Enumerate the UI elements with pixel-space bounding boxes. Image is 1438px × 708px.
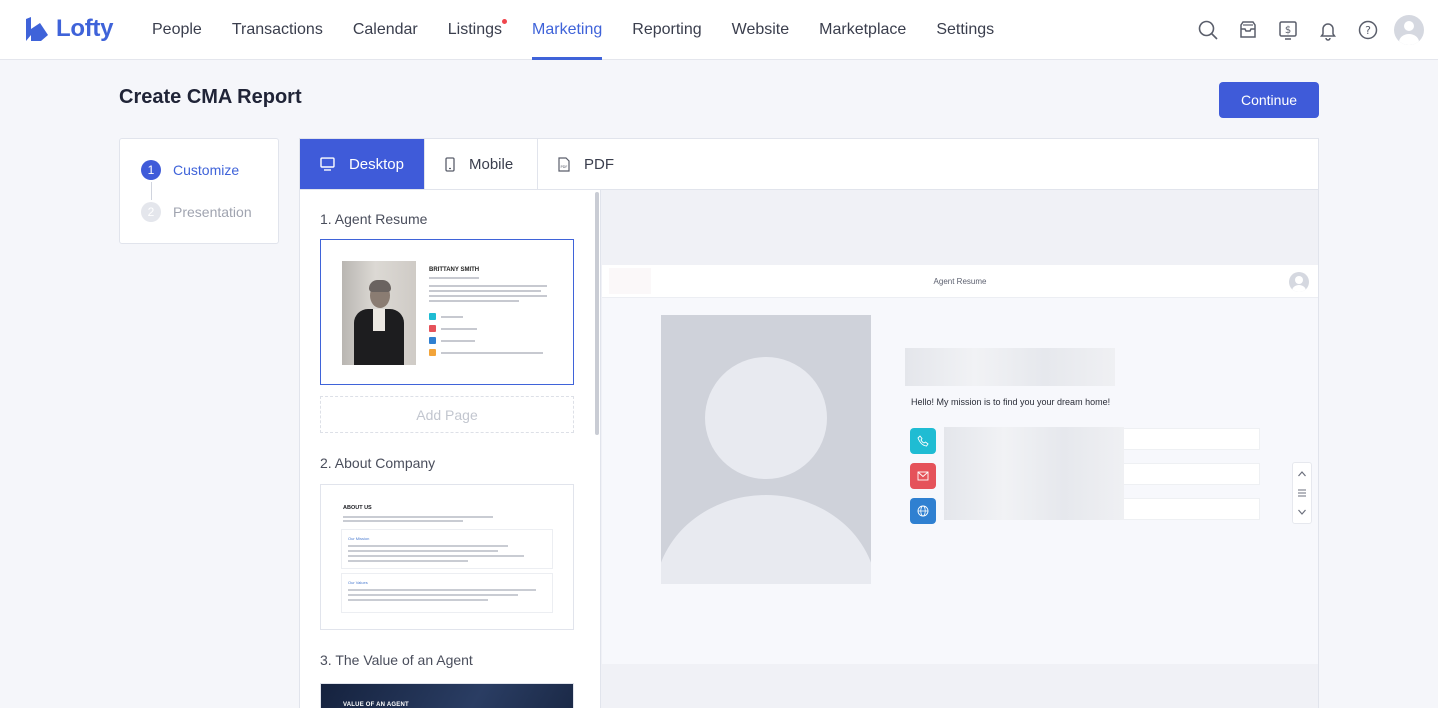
step-number: 1 [141,160,161,180]
nav-item-marketplace[interactable]: Marketplace [804,0,921,60]
about-us-heading: ABOUT US [343,505,372,511]
page-list-scrollbar[interactable] [595,192,599,435]
globe-icon [910,498,936,524]
agent-name: BRITTANY SMITH [429,267,480,273]
nav-item-website[interactable]: Website [717,0,805,60]
tab-mobile[interactable]: Mobile [425,139,538,189]
page-thumbnail-about-company[interactable]: ABOUT US Our Mission Our Values [320,484,574,630]
steps-panel: 1 Customize 2 Presentation [119,138,279,244]
agent-name-blurred [905,348,1115,386]
help-icon[interactable]: ? [1352,14,1384,46]
continue-button[interactable]: Continue [1219,82,1319,118]
tab-label: Desktop [348,155,404,173]
svg-text:?: ? [1365,24,1371,37]
tab-label: Mobile [469,155,514,173]
add-page-button[interactable]: Add Page [320,396,574,433]
svg-text:$: $ [1285,25,1291,36]
chevron-down-icon[interactable] [1297,508,1307,516]
monitor-icon [320,157,335,171]
preview-toolbar [1292,462,1312,524]
value-heading: VALUE OF AN AGENT [343,702,409,708]
mission-box: Our Mission [341,529,553,569]
lofty-logo-icon [26,17,48,41]
tab-desktop[interactable]: Desktop [300,139,425,189]
inbox-icon[interactable] [1232,14,1264,46]
main-nav: People Transactions Calendar Listings Ma… [137,0,1009,60]
page-thumbnail-agent-resume[interactable]: BRITTANY SMITH [320,239,574,385]
lofty-logo[interactable]: Lofty [24,15,113,43]
dollar-icon[interactable]: $ [1272,14,1304,46]
tab-label: PDF [584,155,614,173]
agent-photo [342,261,416,365]
nav-item-people[interactable]: People [137,0,217,60]
values-label: Our Values [348,580,368,585]
top-icons: $ ? [1184,14,1424,46]
chevron-up-icon[interactable] [1297,470,1307,478]
step-label: Customize [173,162,240,178]
brand-name: Lofty [56,15,114,42]
mission-label: Our Mission [348,536,370,541]
preview-avatar [1289,272,1309,292]
mission-text: Hello! My mission is to find you your dr… [911,397,1111,407]
values-box: Our Values [341,573,553,613]
contact-info-blurred [944,427,1124,520]
notification-dot [502,19,508,24]
svg-text:PDF: PDF [560,165,567,169]
phone-icon [429,313,436,320]
nav-item-reporting[interactable]: Reporting [617,0,716,60]
preview-title: Agent Resume [933,277,987,286]
nav-item-settings[interactable]: Settings [921,0,1009,60]
pdf-icon: PDF [558,156,570,172]
nav-item-calendar[interactable]: Calendar [338,0,433,60]
nav-item-marketing[interactable]: Marketing [517,0,617,60]
user-avatar[interactable] [1394,15,1424,45]
mail-icon [429,325,436,332]
bell-icon[interactable] [1312,14,1344,46]
nav-item-listings-label: Listings [447,21,503,38]
preview-header: Agent Resume [602,265,1318,298]
page-thumbnail-value-of-agent[interactable]: VALUE OF AN AGENT [320,683,574,708]
drag-handle-icon[interactable] [1297,489,1307,497]
phone-icon [910,428,936,454]
view-tabs: Desktop Mobile PDF PDF [300,139,1318,190]
section-label: 3. The Value of an Agent [320,652,473,668]
editor-panel: Desktop Mobile PDF PDF 1. Agent Resume B… [299,138,1319,708]
top-nav-bar: Lofty People Transactions Calendar Listi… [0,0,1438,60]
email-icon [910,463,936,489]
page-preview: Agent Resume Hello! My mission is to fin… [600,190,1318,708]
globe-icon [429,337,436,344]
nav-item-listings[interactable]: Listings [433,0,517,60]
page-list: 1. Agent Resume BRITTANY SMITH Add Page … [300,190,600,708]
location-icon [429,349,436,356]
step-customize[interactable]: 1 Customize [141,160,239,180]
nav-item-transactions[interactable]: Transactions [217,0,338,60]
section-label: 2. About Company [320,455,436,471]
preview-page: Agent Resume Hello! My mission is to fin… [602,265,1318,664]
tab-pdf[interactable]: PDF PDF [538,139,634,189]
agent-photo-placeholder[interactable] [661,315,871,584]
step-presentation[interactable]: 2 Presentation [141,202,252,222]
phone-icon [445,156,455,172]
page-title: Create CMA Report [119,86,302,108]
section-label: 1. Agent Resume [320,211,428,227]
step-label: Presentation [173,204,252,220]
search-icon[interactable] [1192,14,1224,46]
step-number: 2 [141,202,161,222]
step-connector [151,182,152,200]
